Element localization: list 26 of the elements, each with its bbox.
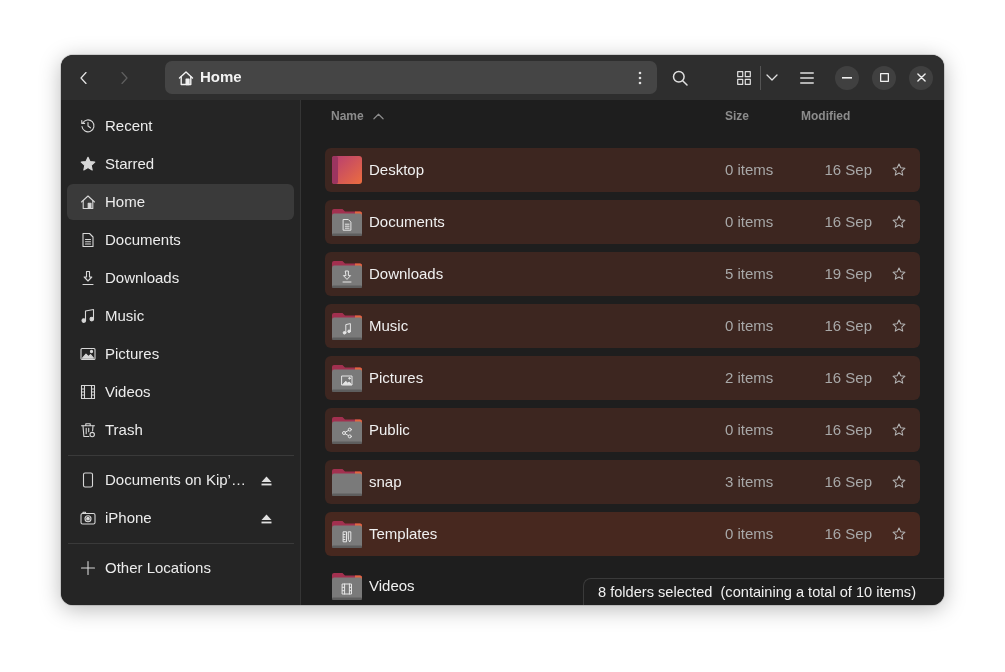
modified-date: 16 Sep xyxy=(823,315,872,336)
file-name: Music xyxy=(369,315,409,336)
selection-status-toast: 8 folders selected (containing a total of 10 items) xyxy=(583,578,944,605)
file-name: Pictures xyxy=(369,367,424,388)
item-count: 5 items xyxy=(725,263,775,284)
item-count: 0 items xyxy=(725,211,775,232)
item-count: 3 items xyxy=(725,471,775,492)
item-count: 0 items xyxy=(725,419,775,440)
file-name: Documents xyxy=(369,211,445,232)
file-name: Public xyxy=(369,419,410,440)
file-name: Desktop xyxy=(369,159,425,180)
modified-date: 16 Sep xyxy=(823,211,872,232)
modified-date: 19 Sep xyxy=(823,263,872,284)
item-count: 0 items xyxy=(725,159,775,180)
file-name: Videos xyxy=(369,575,415,596)
item-count: 2 items xyxy=(725,367,775,388)
item-count: 0 items xyxy=(725,315,775,336)
modified-date: 16 Sep xyxy=(823,159,872,180)
modified-date: 16 Sep xyxy=(823,419,872,440)
file-name: snap xyxy=(369,471,402,492)
modified-date: 16 Sep xyxy=(823,367,872,388)
file-name: Templates xyxy=(369,523,438,544)
file-name: Downloads xyxy=(369,263,444,284)
modified-date: 16 Sep xyxy=(823,471,872,492)
item-count: 0 items xyxy=(725,523,775,544)
modified-date: 16 Sep xyxy=(823,523,872,544)
